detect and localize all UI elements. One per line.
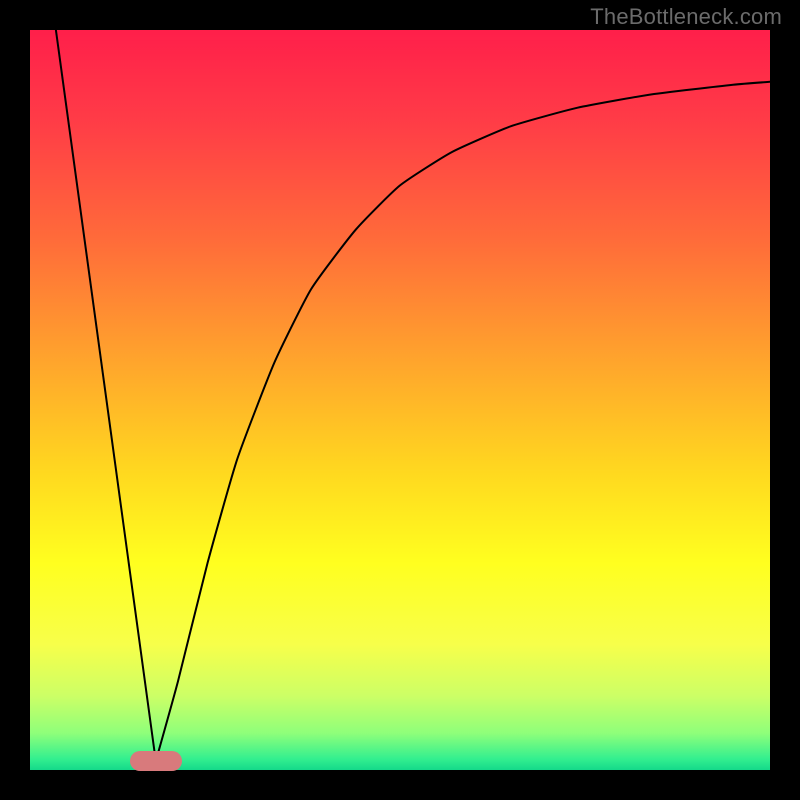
watermark-text: TheBottleneck.com [590, 4, 782, 30]
chart-curves [30, 30, 770, 770]
series-left-line [56, 30, 156, 761]
bottleneck-marker [130, 751, 182, 772]
series-right-curve [156, 82, 770, 761]
plot-area [30, 30, 770, 770]
outer-frame: TheBottleneck.com [0, 0, 800, 800]
